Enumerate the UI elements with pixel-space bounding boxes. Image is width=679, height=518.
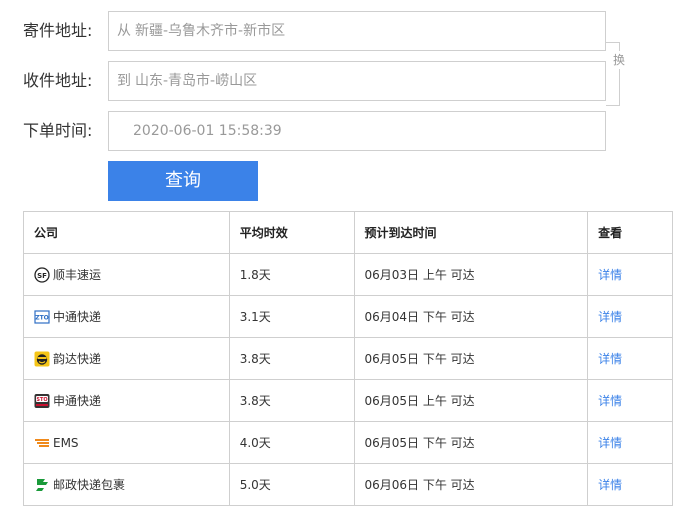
details-link[interactable]: 详情 [598, 478, 622, 492]
table-row: SF 顺丰速运 1.8天 06月03日 上午 可达 详情 [23, 253, 673, 296]
details-link[interactable]: 详情 [598, 310, 622, 324]
company-name: 韵达快递 [53, 352, 102, 366]
swap-button[interactable]: 换 [613, 51, 626, 69]
company-cell: STO 申通快递 [23, 379, 230, 422]
details-link[interactable]: 详情 [598, 268, 622, 282]
svg-text:STO: STO [36, 397, 47, 403]
average-time-cell: 3.1天 [228, 295, 355, 338]
query-button[interactable]: 查询 [108, 161, 258, 201]
average-time-cell: 1.8天 [228, 253, 355, 296]
zto-express-icon: ZTO [34, 309, 50, 324]
details-link[interactable]: 详情 [598, 352, 622, 366]
order-time-value: 2020-06-01 15:58:39 [133, 123, 282, 139]
company-cell: 邮政快递包裹 [23, 463, 230, 506]
company-name: 中通快递 [53, 310, 102, 324]
view-cell: 详情 [587, 337, 673, 380]
estimated-arrival-cell: 06月04日 下午 可达 [353, 295, 589, 338]
company-name: 邮政快递包裹 [53, 478, 126, 492]
estimated-arrival-cell: 06月05日 下午 可达 [353, 337, 589, 380]
china-post-icon [36, 478, 48, 491]
average-time-cell: 3.8天 [228, 379, 355, 422]
table-header-row: 公司 平均时效 预计到达时间 查看 [23, 211, 673, 254]
view-cell: 详情 [587, 421, 673, 464]
ems-icon [35, 438, 49, 447]
svg-text:ZTO: ZTO [35, 314, 49, 321]
company-cell: EMS [23, 421, 230, 464]
order-time-label: 下单时间: [23, 121, 93, 140]
table-row: 邮政快递包裹 5.0天 06月06日 下午 可达 详情 [23, 463, 673, 506]
company-cell: SF 顺丰速运 [23, 253, 230, 296]
sender-address-value: 新疆-乌鲁木齐市-新市区 [135, 23, 286, 39]
view-cell: 详情 [587, 295, 673, 338]
details-link[interactable]: 详情 [598, 436, 622, 450]
order-time-input[interactable]: 2020-06-01 15:58:39 [108, 111, 606, 151]
sender-prefix: 从 [117, 23, 131, 39]
receiver-address-label: 收件地址: [23, 71, 93, 90]
sender-address-label: 寄件地址: [23, 21, 93, 40]
company-name: EMS [53, 435, 79, 450]
sf-express-icon: SF [34, 266, 50, 283]
receiver-prefix: 到 [117, 73, 131, 89]
estimated-arrival-cell: 06月05日 上午 可达 [353, 379, 589, 422]
average-time-cell: 5.0天 [228, 463, 355, 506]
svg-text:SF: SF [37, 272, 47, 280]
details-link[interactable]: 详情 [598, 394, 622, 408]
view-cell: 详情 [587, 463, 673, 506]
header-average-time: 平均时效 [228, 211, 355, 254]
header-view: 查看 [587, 211, 673, 254]
table-row: EMS 4.0天 06月05日 下午 可达 详情 [23, 421, 673, 464]
table-row: STO 申通快递 3.8天 06月05日 上午 可达 详情 [23, 379, 673, 422]
company-cell: ZTO 中通快递 [23, 295, 230, 338]
receiver-address-value: 山东-青岛市-崂山区 [135, 73, 258, 89]
table-row: ZTO 中通快递 3.1天 06月04日 下午 可达 详情 [23, 295, 673, 338]
estimated-arrival-cell: 06月03日 上午 可达 [353, 253, 589, 296]
company-cell: 韵达快递 [23, 337, 230, 380]
average-time-cell: 3.8天 [228, 337, 355, 380]
estimated-arrival-cell: 06月06日 下午 可达 [353, 463, 589, 506]
estimated-arrival-cell: 06月05日 下午 可达 [353, 421, 589, 464]
view-cell: 详情 [587, 379, 673, 422]
sto-express-icon: STO [34, 393, 50, 408]
receiver-address-input[interactable]: 到山东-青岛市-崂山区 [108, 61, 606, 101]
view-cell: 详情 [587, 253, 673, 296]
average-time-cell: 4.0天 [228, 421, 355, 464]
company-name: 顺丰速运 [53, 268, 102, 282]
company-name: 申通快递 [53, 394, 102, 408]
sender-address-input[interactable]: 从新疆-乌鲁木齐市-新市区 [108, 11, 606, 51]
header-company: 公司 [23, 211, 230, 254]
table-row: 韵达快递 3.8天 06月05日 下午 可达 详情 [23, 337, 673, 380]
results-table: 公司 平均时效 预计到达时间 查看 SF 顺丰速运 1.8天 06月03日 上午… [23, 211, 673, 506]
header-estimated-arrival: 预计到达时间 [353, 211, 589, 254]
yunda-express-icon [34, 351, 50, 366]
